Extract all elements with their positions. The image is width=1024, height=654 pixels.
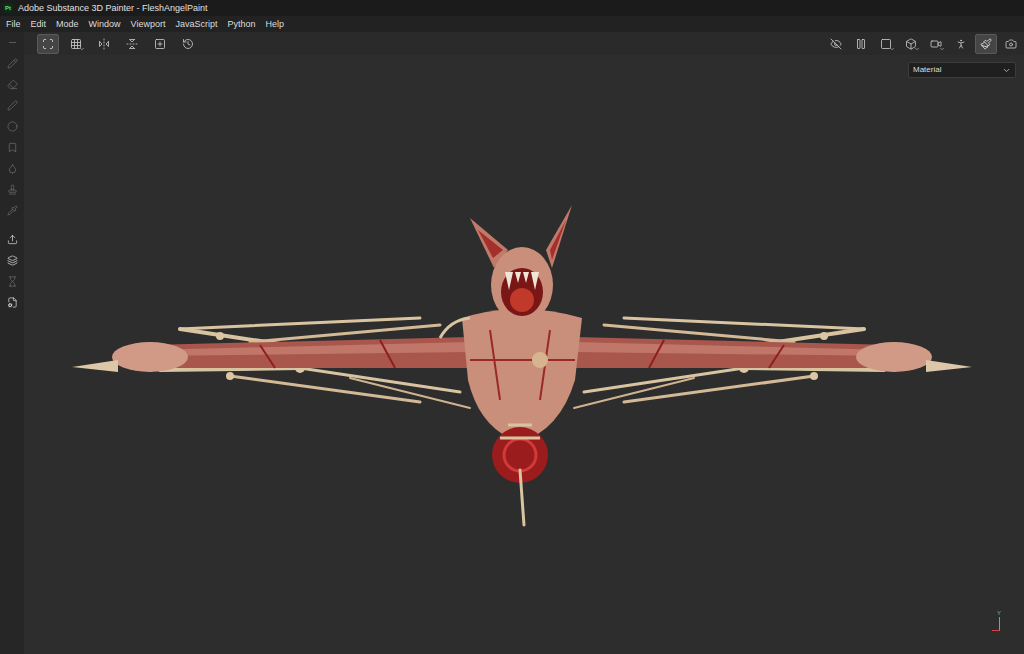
mode-dropdown[interactable]: Material: [908, 62, 1016, 78]
tool-button[interactable]: [1, 95, 23, 116]
mouth: [501, 268, 543, 316]
picker-icon: [7, 205, 18, 216]
toolbar-button[interactable]: [1000, 34, 1022, 54]
torso: [462, 309, 582, 442]
smudge-icon: [7, 163, 18, 174]
toolbar-button[interactable]: [875, 34, 897, 54]
eye-off-icon: [830, 38, 842, 50]
clone-icon: [7, 184, 18, 195]
window-title: Adobe Substance 3D Painter - FleshAngelP…: [18, 4, 208, 13]
flesh-angel-model[interactable]: [24, 55, 1024, 654]
menu-bar: FileEditModeWindowViewportJavaScriptPyth…: [0, 16, 1024, 32]
wing: [574, 318, 972, 408]
layers-icon: [7, 255, 18, 266]
tool-button[interactable]: [1, 116, 23, 137]
app-logo: Pt: [3, 3, 13, 13]
caret-icon: [79, 46, 85, 52]
chevron-down-icon: [1002, 66, 1011, 75]
caret-icon: [889, 46, 895, 52]
pause-icon: [855, 38, 867, 50]
title-bar: Pt Adobe Substance 3D Painter - FleshAnge…: [0, 0, 1024, 16]
menu-item[interactable]: File: [2, 20, 25, 29]
tool-button[interactable]: [1, 250, 23, 271]
tool-button[interactable]: [1, 74, 23, 95]
caret-icon: [914, 46, 920, 52]
toolbar-button[interactable]: [121, 34, 143, 54]
axis-y-line: [999, 617, 1000, 630]
menu-item[interactable]: Python: [223, 20, 259, 29]
bake-icon: [7, 276, 18, 287]
fill-icon: [7, 121, 18, 132]
menu-item[interactable]: Edit: [27, 20, 51, 29]
menu-item[interactable]: Window: [85, 20, 125, 29]
tool-button[interactable]: [1, 292, 23, 313]
paint-icon: [7, 58, 18, 69]
toolbar-button[interactable]: [925, 34, 947, 54]
toolbar-button[interactable]: [850, 34, 872, 54]
toolbar-right-group: [825, 34, 1022, 54]
export-icon: [7, 234, 18, 245]
tool-button[interactable]: [1, 158, 23, 179]
toolbar-button[interactable]: [975, 34, 997, 54]
menu-item[interactable]: Viewport: [127, 20, 170, 29]
head: [491, 247, 553, 323]
wing: [72, 318, 470, 408]
axis-x-line: [992, 630, 1000, 631]
tool-button[interactable]: [1, 53, 23, 74]
tool-button[interactable]: [1, 179, 23, 200]
toolbar-button[interactable]: [149, 34, 171, 54]
menu-item[interactable]: Mode: [52, 20, 83, 29]
selection-icon: [42, 38, 54, 50]
tool-button[interactable]: [1, 229, 23, 250]
mirror-y-icon: [126, 38, 138, 50]
tool-button[interactable]: [1, 137, 23, 158]
toolbar-button[interactable]: [950, 34, 972, 54]
toolbar-button[interactable]: [825, 34, 847, 54]
main-area: Material Y: [0, 32, 1024, 654]
workspace: Material Y: [24, 32, 1024, 654]
viewport-toolbar: [24, 32, 1024, 55]
brush-icon: [980, 38, 992, 50]
toolbar-button[interactable]: [37, 34, 59, 54]
handle-icon: [7, 37, 18, 48]
settings-icon: [7, 297, 18, 308]
eraser-icon: [7, 79, 18, 90]
menu-item[interactable]: JavaScript: [171, 20, 221, 29]
person-icon: [955, 38, 967, 50]
camera-icon: [1005, 38, 1017, 50]
app-window: Pt Adobe Substance 3D Painter - FleshAnge…: [0, 0, 1024, 654]
history-icon: [182, 38, 194, 50]
tool-button[interactable]: [1, 271, 23, 292]
mode-dropdown-value: Material: [913, 66, 941, 74]
mirror-x-icon: [98, 38, 110, 50]
menu-item[interactable]: Help: [261, 20, 288, 29]
add-icon: [154, 38, 166, 50]
caret-icon: [939, 46, 945, 52]
toolbar-button[interactable]: [93, 34, 115, 54]
toolbar-button[interactable]: [177, 34, 199, 54]
viewport[interactable]: Material Y: [24, 55, 1024, 654]
tool-sidebar: [0, 32, 24, 654]
tool-button[interactable]: [1, 200, 23, 221]
toolbar-button[interactable]: [65, 34, 87, 54]
bookmark-icon: [7, 142, 18, 153]
toolbar-button[interactable]: [900, 34, 922, 54]
axis-gizmo: Y: [990, 610, 1008, 632]
toolbar-left-group: [37, 34, 199, 54]
tool-button[interactable]: [1, 32, 23, 53]
projection-icon: [7, 100, 18, 111]
axis-y-label: Y: [997, 610, 1001, 616]
right-ear: [546, 205, 572, 268]
